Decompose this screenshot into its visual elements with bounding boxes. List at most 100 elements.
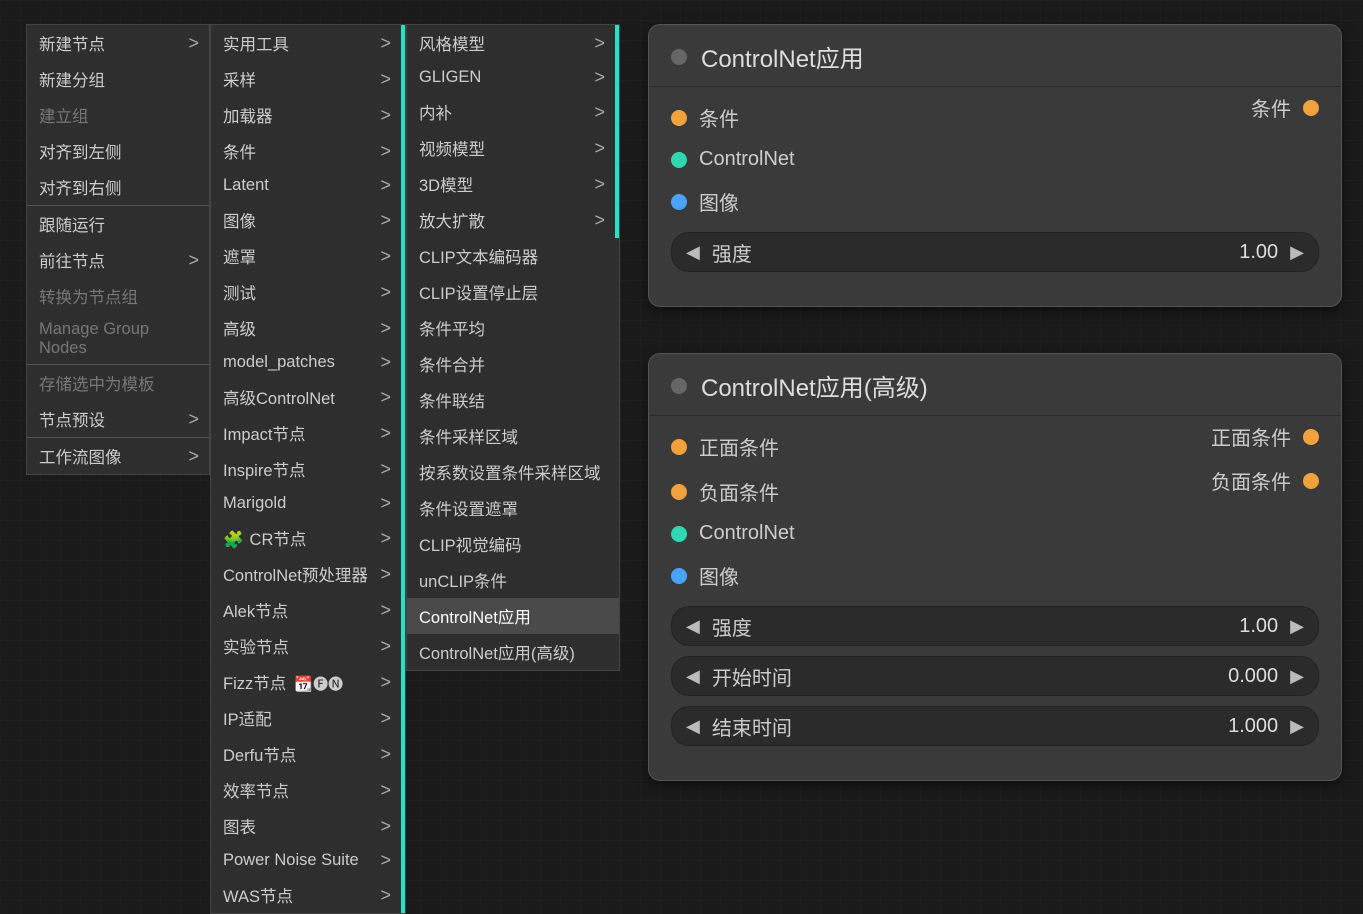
- menu-item[interactable]: Alek节点>: [211, 592, 405, 628]
- menu-item-label: 图像: [223, 213, 256, 231]
- input-slot[interactable]: 图像: [671, 561, 1319, 590]
- menu-item[interactable]: CLIP文本编码器: [407, 238, 619, 274]
- menu-item[interactable]: Marigold>: [211, 487, 405, 520]
- menu-item[interactable]: 加载器>: [211, 97, 405, 133]
- menu-item[interactable]: 新建节点>: [27, 25, 209, 61]
- input-slot[interactable]: ControlNet: [671, 148, 1319, 171]
- menu-item[interactable]: Latent>: [211, 169, 405, 202]
- increment-icon[interactable]: ▶: [1290, 666, 1304, 687]
- chevron-right-icon: >: [372, 318, 391, 339]
- menu-item[interactable]: GLIGEN>: [407, 61, 619, 94]
- menu-item[interactable]: 对齐到左侧: [27, 133, 209, 169]
- menu-item[interactable]: 实用工具>: [211, 25, 405, 61]
- output-slot[interactable]: 条件: [1251, 93, 1319, 122]
- menu-item[interactable]: 对齐到右侧: [27, 169, 209, 205]
- port-dot-icon[interactable]: [1303, 100, 1319, 116]
- menu-item[interactable]: 前往节点>: [27, 242, 209, 278]
- output-slot[interactable]: 负面条件: [1211, 466, 1319, 495]
- port-dot-icon[interactable]: [671, 194, 687, 210]
- context-menu-col-1[interactable]: 实用工具>采样>加载器>条件>Latent>图像>遮罩>测试>高级>model_…: [210, 24, 406, 914]
- port-dot-icon[interactable]: [671, 439, 687, 455]
- menu-item[interactable]: model_patches>: [211, 346, 405, 379]
- widget-value[interactable]: 1.00: [1239, 241, 1290, 264]
- widget-value[interactable]: 1.00: [1239, 615, 1290, 638]
- node-title-bar[interactable]: ControlNet应用: [649, 25, 1341, 87]
- menu-item[interactable]: 条件联结: [407, 382, 619, 418]
- menu-item[interactable]: ControlNet应用(高级): [407, 634, 619, 670]
- collapse-dot-icon[interactable]: [671, 378, 687, 394]
- input-label: 负面条件: [699, 477, 779, 506]
- number-widget[interactable]: ◀开始时间0.000▶: [671, 656, 1319, 696]
- port-dot-icon[interactable]: [671, 484, 687, 500]
- port-dot-icon[interactable]: [1303, 473, 1319, 489]
- menu-item[interactable]: 图表>: [211, 808, 405, 844]
- input-slot[interactable]: ControlNet: [671, 522, 1319, 545]
- menu-item[interactable]: CLIP视觉编码: [407, 526, 619, 562]
- menu-item[interactable]: 遮罩>: [211, 238, 405, 274]
- menu-item[interactable]: Inspire节点>: [211, 451, 405, 487]
- menu-item[interactable]: IP适配>: [211, 700, 405, 736]
- menu-item[interactable]: 节点预设>: [27, 401, 209, 437]
- menu-item[interactable]: CLIP设置停止层: [407, 274, 619, 310]
- menu-item[interactable]: 条件设置遮罩: [407, 490, 619, 526]
- menu-item[interactable]: 图像>: [211, 202, 405, 238]
- port-dot-icon[interactable]: [671, 110, 687, 126]
- menu-item[interactable]: 高级>: [211, 310, 405, 346]
- menu-item[interactable]: 内补>: [407, 94, 619, 130]
- increment-icon[interactable]: ▶: [1290, 242, 1304, 263]
- menu-item[interactable]: 视频模型>: [407, 130, 619, 166]
- menu-item[interactable]: 按系数设置条件采样区域: [407, 454, 619, 490]
- port-dot-icon[interactable]: [671, 152, 687, 168]
- port-dot-icon[interactable]: [671, 526, 687, 542]
- number-widget[interactable]: ◀结束时间1.000▶: [671, 706, 1319, 746]
- number-widget[interactable]: ◀强度1.00▶: [671, 606, 1319, 646]
- input-slot[interactable]: 条件: [671, 103, 1319, 132]
- menu-item[interactable]: 采样>: [211, 61, 405, 97]
- menu-item[interactable]: 放大扩散>: [407, 202, 619, 238]
- menu-item[interactable]: unCLIP条件: [407, 562, 619, 598]
- port-dot-icon[interactable]: [1303, 429, 1319, 445]
- context-menu-col-0[interactable]: 新建节点>新建分组建立组对齐到左侧对齐到右侧跟随运行前往节点>转换为节点组Man…: [26, 24, 210, 475]
- menu-item[interactable]: WAS节点>: [211, 877, 405, 913]
- menu-item[interactable]: 条件平均: [407, 310, 619, 346]
- input-slot[interactable]: 图像: [671, 187, 1319, 216]
- node-controlnet-apply[interactable]: ControlNet应用 条件条件 ControlNet 图像 ◀强度1.00▶: [648, 24, 1342, 307]
- menu-item[interactable]: 条件合并: [407, 346, 619, 382]
- menu-item[interactable]: Fizz节点 📆🅕🅝>: [211, 664, 405, 700]
- node-title-bar[interactable]: ControlNet应用(高级): [649, 354, 1341, 416]
- widget-value[interactable]: 0.000: [1228, 665, 1290, 688]
- decrement-icon[interactable]: ◀: [686, 616, 700, 637]
- menu-item[interactable]: 条件采样区域: [407, 418, 619, 454]
- port-dot-icon[interactable]: [671, 568, 687, 584]
- menu-item[interactable]: 条件>: [211, 133, 405, 169]
- menu-item[interactable]: 高级ControlNet>: [211, 379, 405, 415]
- menu-item[interactable]: 工作流图像>: [27, 438, 209, 474]
- increment-icon[interactable]: ▶: [1290, 716, 1304, 737]
- decrement-icon[interactable]: ◀: [686, 242, 700, 263]
- menu-item[interactable]: ControlNet预处理器>: [211, 556, 405, 592]
- menu-item[interactable]: Derfu节点>: [211, 736, 405, 772]
- node-controlnet-apply-advanced[interactable]: ControlNet应用(高级) 正面条件负面条件正面条件负面条件Control…: [648, 353, 1342, 781]
- menu-item[interactable]: 3D模型>: [407, 166, 619, 202]
- collapse-dot-icon[interactable]: [671, 49, 687, 65]
- menu-item[interactable]: 跟随运行: [27, 206, 209, 242]
- decrement-icon[interactable]: ◀: [686, 666, 700, 687]
- menu-item[interactable]: ControlNet应用: [407, 598, 619, 634]
- menu-item[interactable]: 效率节点>: [211, 772, 405, 808]
- chevron-right-icon: >: [372, 387, 391, 408]
- menu-item-label: 实验节点: [223, 639, 289, 657]
- menu-item[interactable]: 测试>: [211, 274, 405, 310]
- menu-item[interactable]: 风格模型>: [407, 25, 619, 61]
- menu-item[interactable]: Impact节点>: [211, 415, 405, 451]
- menu-item[interactable]: 🧩CR节点>: [211, 520, 405, 556]
- number-widget[interactable]: ◀强度1.00▶: [671, 232, 1319, 272]
- decrement-icon[interactable]: ◀: [686, 716, 700, 737]
- chevron-right-icon: >: [372, 352, 391, 373]
- menu-item[interactable]: Power Noise Suite>: [211, 844, 405, 877]
- context-menu-col-2[interactable]: 风格模型>GLIGEN>内补>视频模型>3D模型>放大扩散>CLIP文本编码器C…: [406, 24, 620, 671]
- output-slot[interactable]: 正面条件: [1211, 422, 1319, 451]
- widget-value[interactable]: 1.000: [1228, 715, 1290, 738]
- menu-item[interactable]: 新建分组: [27, 61, 209, 97]
- increment-icon[interactable]: ▶: [1290, 616, 1304, 637]
- menu-item[interactable]: 实验节点>: [211, 628, 405, 664]
